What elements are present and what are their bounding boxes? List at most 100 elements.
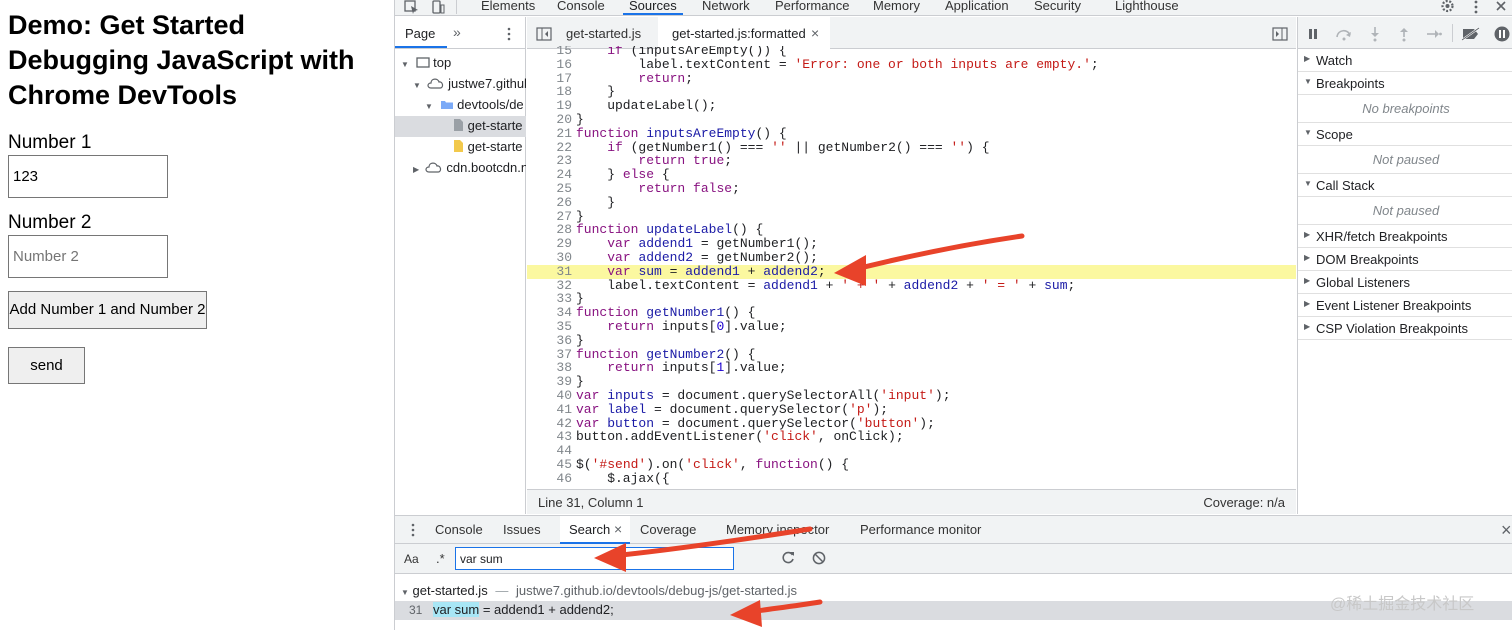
tab-application[interactable]: Application	[945, 0, 1009, 13]
step-out-icon[interactable]	[1399, 26, 1409, 42]
section-breakpoints[interactable]: ▼ Breakpoints	[1298, 72, 1512, 95]
inspect-element-icon[interactable]	[404, 0, 420, 14]
section-watch[interactable]: ▶ Watch	[1298, 49, 1512, 72]
tab-security[interactable]: Security	[1034, 0, 1081, 13]
line-number[interactable]: 31	[527, 264, 572, 279]
line-number[interactable]: 26	[527, 195, 572, 210]
search-input[interactable]: var sum	[455, 547, 734, 570]
line-number[interactable]: 38	[527, 361, 572, 375]
line-number[interactable]: 22	[527, 140, 572, 155]
line-number[interactable]: 25	[527, 182, 572, 196]
line-number[interactable]: 32	[527, 278, 572, 293]
section-call-stack[interactable]: ▼ Call Stack	[1298, 174, 1512, 197]
settings-gear-icon[interactable]	[1440, 0, 1455, 14]
section-csp-violation-breakpoints[interactable]: ▶ CSP Violation Breakpoints	[1298, 317, 1512, 340]
drawer-menu-icon[interactable]	[410, 523, 416, 537]
line-number[interactable]: 29	[527, 237, 572, 251]
code-line: }	[576, 332, 584, 348]
send-button[interactable]: send	[8, 347, 85, 384]
line-number[interactable]: 24	[527, 168, 572, 182]
close-search-tab-icon[interactable]: ×	[614, 521, 622, 537]
line-number[interactable]: 34	[527, 306, 572, 320]
more-options-icon[interactable]	[1473, 0, 1479, 14]
step-over-icon[interactable]	[1335, 27, 1353, 41]
close-drawer-icon[interactable]: ×	[1501, 520, 1512, 541]
line-number[interactable]: 35	[527, 320, 572, 334]
drawer-tab-memory-inspector[interactable]: Memory inspector	[726, 522, 829, 537]
drawer-tab-coverage[interactable]: Coverage	[640, 522, 696, 537]
line-number[interactable]: 17	[527, 71, 572, 86]
tree-item-bootcdn[interactable]: ▶ cdn.bootcdn.n	[413, 160, 526, 175]
pause-on-exceptions-icon[interactable]	[1494, 26, 1510, 42]
drawer-tab-console[interactable]: Console	[435, 522, 483, 537]
close-devtools-icon[interactable]	[1495, 0, 1507, 12]
tree-item-top[interactable]: ▼ top	[401, 55, 521, 70]
line-number[interactable]: 41	[527, 402, 572, 417]
line-number[interactable]: 20	[527, 113, 572, 127]
line-number[interactable]: 40	[527, 389, 572, 403]
pause-icon[interactable]	[1307, 28, 1319, 40]
code-line: var button = document.querySelector('but…	[576, 415, 935, 431]
device-toolbar-icon[interactable]	[431, 0, 445, 14]
add-button[interactable]: Add Number 1 and Number 2	[8, 291, 207, 329]
step-icon[interactable]	[1426, 28, 1442, 40]
step-into-icon[interactable]	[1370, 26, 1380, 42]
tab-performance[interactable]: Performance	[775, 0, 849, 13]
match-case-toggle[interactable]: Aa	[404, 552, 419, 566]
section-label: XHR/fetch Breakpoints	[1316, 229, 1448, 244]
line-number[interactable]: 28	[527, 223, 572, 237]
number1-input[interactable]: 123	[8, 155, 168, 198]
more-tabs-icon[interactable]: »	[453, 24, 461, 40]
line-number[interactable]: 36	[527, 333, 572, 348]
tab-console[interactable]: Console	[557, 0, 605, 13]
tab-elements[interactable]: Elements	[481, 0, 535, 13]
line-number[interactable]: 46	[527, 471, 572, 486]
section-dom-breakpoints[interactable]: ▶ DOM Breakpoints	[1298, 248, 1512, 271]
section-global-listeners[interactable]: ▶ Global Listeners	[1298, 271, 1512, 294]
tree-item-get-started-js[interactable]: get-starte	[453, 139, 526, 154]
section-event-listener-breakpoints[interactable]: ▶ Event Listener Breakpoints	[1298, 294, 1512, 317]
search-result-file[interactable]: ▼ get-started.js — justwe7.github.io/dev…	[401, 583, 797, 598]
line-number[interactable]: 45	[527, 458, 572, 472]
line-number[interactable]: 30	[527, 251, 572, 265]
drawer-tab-performance-monitor[interactable]: Performance monitor	[860, 522, 981, 537]
tree-item-get-started-js-selected[interactable]: get-starte	[453, 118, 526, 133]
close-tab-icon[interactable]: ×	[811, 25, 819, 41]
navigator-menu-icon[interactable]	[506, 27, 512, 41]
number2-input[interactable]: Number 2	[8, 235, 168, 278]
toggle-debugger-icon[interactable]	[1272, 27, 1288, 41]
line-number[interactable]: 16	[527, 57, 572, 72]
toggle-navigator-icon[interactable]	[536, 27, 552, 41]
tab-lighthouse[interactable]: Lighthouse	[1115, 0, 1179, 13]
code-area[interactable]: 15 if (inputsAreEmpty()) {16 label.textC…	[527, 46, 1296, 486]
line-number[interactable]: 23	[527, 154, 572, 168]
line-number[interactable]: 33	[527, 292, 572, 306]
drawer-tabbar: Console Issues Search × Coverage Memory …	[395, 516, 1512, 544]
drawer-tab-issues[interactable]: Issues	[503, 522, 541, 537]
line-number[interactable]: 37	[527, 347, 572, 362]
line-number[interactable]: 42	[527, 416, 572, 431]
tab-page[interactable]: Page	[405, 26, 435, 41]
clear-icon[interactable]	[812, 551, 826, 565]
line-number[interactable]: 19	[527, 99, 572, 113]
tree-item-devtools-folder[interactable]: ▼ devtools/de	[425, 97, 526, 112]
tree-item-justwe7[interactable]: ▼ justwe7.github	[413, 76, 526, 91]
line-number[interactable]: 43	[527, 430, 572, 444]
line-number[interactable]: 21	[527, 126, 572, 141]
editor-statusbar: Line 31, Column 1 Coverage: n/a	[527, 489, 1296, 514]
tab-sources[interactable]: Sources	[623, 0, 683, 15]
line-number[interactable]: 27	[527, 209, 572, 224]
tab-memory[interactable]: Memory	[873, 0, 920, 13]
regex-toggle[interactable]: .*	[436, 551, 445, 566]
editor-tab-get-started-js[interactable]: get-started.js	[566, 26, 641, 41]
section-xhr-breakpoints[interactable]: ▶ XHR/fetch Breakpoints	[1298, 225, 1512, 248]
deactivate-breakpoints-icon[interactable]	[1461, 27, 1481, 41]
editor-tabbar: get-started.js get-started.js:formatted …	[527, 17, 1296, 49]
line-number[interactable]: 18	[527, 85, 572, 99]
section-scope[interactable]: ▼ Scope	[1298, 123, 1512, 146]
refresh-icon[interactable]	[781, 551, 795, 565]
line-number[interactable]: 44	[527, 444, 572, 458]
line-number[interactable]: 39	[527, 375, 572, 389]
code-line: label.textContent = addend1 + ' + ' + ad…	[576, 277, 1076, 293]
tab-network[interactable]: Network	[702, 0, 750, 13]
